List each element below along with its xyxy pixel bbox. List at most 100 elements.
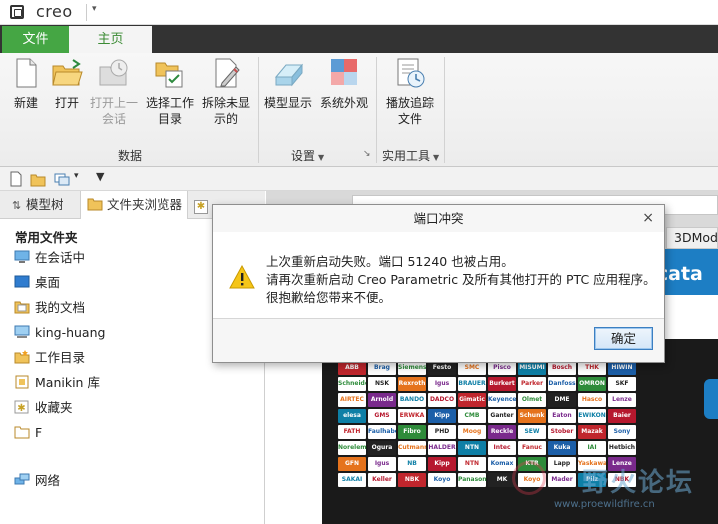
supplier-logo[interactable]: Ogura <box>368 441 396 455</box>
tab-model-tree[interactable]: ⇅ 模型树 <box>12 191 70 219</box>
supplier-logo[interactable]: Koyo <box>428 473 456 487</box>
supplier-logo[interactable]: PHD <box>428 425 456 439</box>
tab-favorites[interactable]: ✱ <box>194 191 214 219</box>
supplier-logo[interactable]: THK <box>578 361 606 375</box>
supplier-logo[interactable]: Intec <box>488 441 516 455</box>
supplier-logo[interactable]: Norelem <box>338 441 366 455</box>
supplier-logo[interactable]: Igus <box>368 457 396 471</box>
supplier-logo[interactable]: Igus <box>428 377 456 391</box>
supplier-logo[interactable]: MISUMI <box>518 361 546 375</box>
folder-item-desktop[interactable]: 桌面 <box>14 273 60 293</box>
supplier-logo[interactable]: Gimatic <box>458 393 486 407</box>
open-last-session-button[interactable]: 打开上一 会话 <box>88 57 140 127</box>
tab-home[interactable]: 主页 <box>69 26 152 53</box>
supplier-logo[interactable]: Parker <box>518 377 546 391</box>
supplier-logo[interactable]: OMRON <box>578 377 606 391</box>
supplier-logo[interactable]: Kipp <box>428 409 456 423</box>
supplier-logo[interactable]: Rexroth <box>398 377 426 391</box>
supplier-logo[interactable]: DADCO <box>428 393 456 407</box>
supplier-logo[interactable]: Hetbich <box>608 441 636 455</box>
folder-item-f[interactable]: F <box>14 423 42 443</box>
supplier-logo[interactable]: SKF <box>608 377 636 391</box>
supplier-logo[interactable]: Festo <box>428 361 456 375</box>
supplier-logo[interactable]: Keyence <box>488 393 516 407</box>
supplier-logo[interactable]: Schneider <box>338 377 366 391</box>
supplier-logo[interactable]: Lenze <box>608 393 636 407</box>
supplier-logo[interactable]: Baier <box>608 409 636 423</box>
supplier-logo[interactable]: Fanuc <box>518 441 546 455</box>
supplier-logo[interactable]: Panasonic <box>458 473 486 487</box>
supplier-logo[interactable]: FATH <box>338 425 366 439</box>
supplier-logo[interactable]: Sony <box>608 425 636 439</box>
qat-windows-icon[interactable] <box>54 171 70 187</box>
quick-menu-caret-icon[interactable]: ▾ <box>92 4 97 14</box>
supplier-logo[interactable]: Eaton <box>548 409 576 423</box>
supplier-logo[interactable]: Kipp <box>428 457 456 471</box>
supplier-logo[interactable]: EWIKON <box>578 409 606 423</box>
supplier-logo[interactable]: Cutmann <box>398 441 426 455</box>
supplier-logo[interactable]: Arnold <box>368 393 396 407</box>
tab-file[interactable]: 文件 <box>2 26 69 53</box>
supplier-logo[interactable]: Kuka <box>548 441 576 455</box>
supplier-logo[interactable]: HALDER <box>428 441 456 455</box>
new-button[interactable]: 新建 <box>9 57 43 111</box>
folder-item-working-directory[interactable]: 工作目录 <box>14 348 85 368</box>
supplier-logo[interactable]: elesa <box>338 409 366 423</box>
supplier-logo[interactable]: Moog <box>458 425 486 439</box>
supplier-logo[interactable]: NTN <box>458 457 486 471</box>
dialog-launcher-icon[interactable]: ↘ <box>363 149 371 159</box>
supplier-logo[interactable]: SEW <box>518 425 546 439</box>
supplier-logo[interactable]: HIWIN <box>608 361 636 375</box>
supplier-logo[interactable]: Brag <box>368 361 396 375</box>
qat-open-icon[interactable] <box>30 171 46 187</box>
supplier-logo[interactable]: Olmet <box>518 393 546 407</box>
supplier-logo[interactable]: ERWKA <box>398 409 426 423</box>
supplier-logo[interactable]: Schunk <box>518 409 546 423</box>
folder-item-manikin-library[interactable]: Manikin 库 <box>14 373 100 393</box>
qat-new-icon[interactable] <box>8 171 24 187</box>
supplier-logo[interactable]: Fibro <box>398 425 426 439</box>
supplier-logo[interactable]: NB <box>398 457 426 471</box>
supplier-logo[interactable]: Pisco <box>488 361 516 375</box>
supplier-logo[interactable]: Ganter <box>488 409 516 423</box>
group-label-utilities[interactable]: 实用工具 ▼ <box>382 147 439 164</box>
supplier-logo[interactable]: BRAUER <box>458 377 486 391</box>
chat-bubble-icon[interactable] <box>704 379 718 419</box>
supplier-logo[interactable]: Reckle <box>488 425 516 439</box>
erase-not-displayed-button[interactable]: 拆除未显 示的 <box>200 57 252 127</box>
supplier-logo[interactable]: Stober <box>548 425 576 439</box>
supplier-logo[interactable]: CMB <box>458 409 486 423</box>
supplier-logo[interactable]: GMS <box>368 409 396 423</box>
supplier-logo[interactable]: NBK <box>398 473 426 487</box>
folder-item-king-huang[interactable]: king-huang <box>14 323 105 343</box>
supplier-logo[interactable]: Siemens <box>398 361 426 375</box>
supplier-logo[interactable]: AIRTEC <box>338 393 366 407</box>
system-appearance-button[interactable]: 系统外观 <box>318 57 370 111</box>
supplier-logo[interactable]: SAKAI <box>338 473 366 487</box>
close-icon[interactable]: × <box>642 210 654 226</box>
supplier-logo[interactable]: GFN <box>338 457 366 471</box>
model-display-button[interactable]: 模型显示 <box>262 57 314 111</box>
folder-item-my-documents[interactable]: 我的文档 <box>14 298 85 318</box>
supplier-logo[interactable]: NSK <box>368 377 396 391</box>
supplier-logo[interactable]: NTN <box>458 441 486 455</box>
ok-button[interactable]: 确定 <box>594 327 653 350</box>
supplier-logo[interactable]: Hasco <box>578 393 606 407</box>
supplier-logo[interactable]: ABB <box>338 361 366 375</box>
supplier-logo[interactable]: Mazak <box>578 425 606 439</box>
select-working-directory-button[interactable]: 选择工作 目录 <box>144 57 196 127</box>
folder-item-in-session[interactable]: 在会话中 <box>14 248 85 268</box>
group-label-settings[interactable]: 设置 ▼ <box>291 147 324 164</box>
supplier-logo[interactable]: Keller <box>368 473 396 487</box>
supplier-logo[interactable]: Burkert <box>488 377 516 391</box>
open-button[interactable]: 打开 <box>50 57 84 111</box>
supplier-logo[interactable]: DME <box>548 393 576 407</box>
supplier-logo[interactable]: Danfoss <box>548 377 576 391</box>
supplier-logo[interactable]: Faulhaber <box>368 425 396 439</box>
playback-trail-file-button[interactable]: 播放追踪 文件 <box>384 57 436 127</box>
supplier-logo[interactable]: SMC <box>458 361 486 375</box>
folder-item-network[interactable]: 网络 <box>14 471 60 491</box>
browser-tab-3dmodel[interactable]: 3DModel <box>666 227 718 249</box>
tab-folder-browser[interactable]: 文件夹浏览器 <box>80 191 188 219</box>
supplier-logo[interactable]: Bosch <box>548 361 576 375</box>
